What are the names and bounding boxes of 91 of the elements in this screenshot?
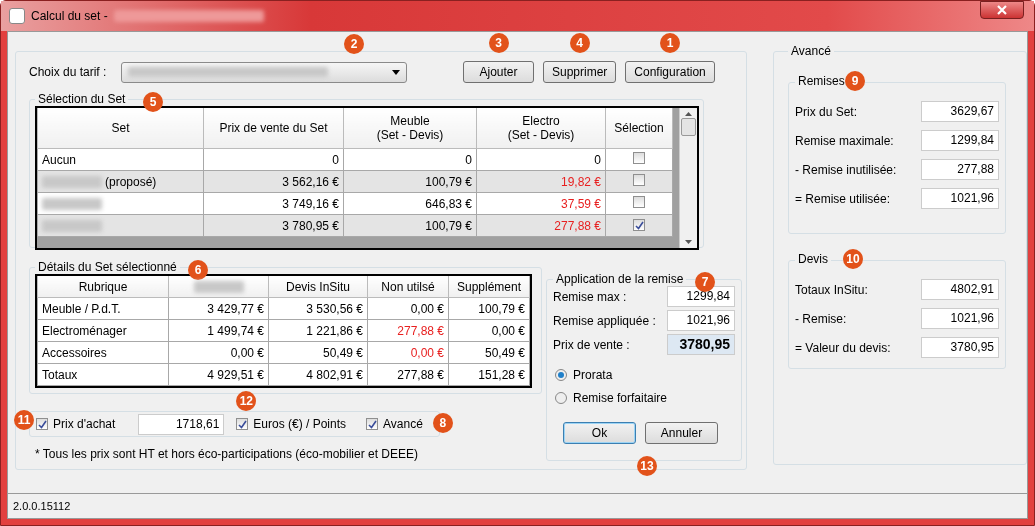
input-field[interactable]: 1021,96 [667,310,735,331]
redacted-text [42,220,102,233]
number-badge: 10 [843,249,863,269]
checkbox[interactable] [633,219,645,231]
column-header: Electro (Set - Devis) [476,108,606,149]
table-cell: Accessoires [37,341,169,364]
field-label: Remise maximale: [795,133,894,148]
number-badge: 8 [432,413,453,433]
footnote: * Tous les prix sont HT et hors éco-participations (éco-mobilier et DEEE) [34,446,420,461]
group-title: Devis [795,252,831,266]
field-label: Prix du Set: [795,104,858,119]
input-field[interactable]: 277,88 [921,159,999,180]
dialog-button[interactable]: Ok [563,422,636,444]
checkbox[interactable] [36,418,48,430]
input-field[interactable]: 1718,61 [138,413,225,435]
table-cell: 3 562,16 € [203,170,344,193]
table-cell: 0 [203,148,344,171]
checkbox-label: Euros (€) / Points [253,417,347,431]
scroll-thumb[interactable] [681,118,696,136]
column-header: Supplément [448,276,530,298]
redacted-text [42,176,102,189]
scroll-down-icon[interactable] [685,240,692,244]
table-cell: 3 780,95 € [203,214,344,237]
column-header: Devis InSitu [268,276,368,298]
checkbox-label: Avancé [383,417,423,431]
radio-button[interactable] [555,369,567,381]
table-cell: Totaux [37,363,169,386]
scroll-up-icon[interactable] [685,112,692,116]
group-title: Remises [795,74,848,88]
group-title: Application de la remise [555,272,685,286]
dialog-button[interactable]: Annuler [645,422,718,444]
checkbox[interactable] [366,418,379,430]
input-field[interactable]: 3780,95 [921,337,999,358]
number-badge: 2 [344,33,364,54]
input-field[interactable]: 1299,84 [667,286,735,307]
table-cell: 3 749,16 € [203,192,344,215]
number-badge: 12 [236,391,257,411]
group-title: Avancé [790,44,832,58]
group-title: Détails du Set sélectionné [37,260,178,274]
table-cell: Electroménager [37,319,169,342]
number-badge: 3 [488,33,509,53]
group-title: Sélection du Set [37,92,127,106]
column-header: Non utilsé [367,276,449,298]
redacted-text [42,198,102,211]
radio-button[interactable] [555,392,567,404]
checkbox[interactable] [236,418,249,430]
number-badge: 5 [143,92,163,112]
field-label: = Valeur du devis: [795,340,891,355]
table-cell: (proposé) [37,170,204,193]
column-header: Sélection [605,108,673,149]
table-cell: Meuble / P.d.T. [37,297,169,320]
input-field[interactable]: 4802,91 [921,279,999,300]
version-text: 2.0.0.15112 [13,500,71,512]
radio-label: Remise forfaitaire [573,391,668,405]
scrollbar[interactable] [679,108,697,248]
input-field[interactable]: 3629,67 [921,101,999,122]
field-label: Remise appliquée : [553,313,656,328]
window-title: Calcul du set - [31,9,108,23]
input-field[interactable]: 1299,84 [921,130,999,151]
field-label: Prix de vente : [553,337,630,352]
field-label: Totaux InSitu: [795,282,868,297]
number-badge: 13 [637,456,657,476]
field-label: = Remise utilisée: [795,191,891,206]
field-label: - Remise: [795,311,847,326]
field-label: Remise max : [553,289,627,304]
column-header: Set [37,108,204,149]
checkbox[interactable] [633,196,645,208]
checkbox-label: Prix d'achat [53,417,116,431]
input-field[interactable]: 1021,96 [921,188,999,209]
app-icon [9,8,25,24]
number-badge: 9 [845,71,865,91]
column-header: Meuble (Set - Devis) [343,108,477,149]
number-badge: 6 [188,260,208,280]
redacted-text [193,281,244,294]
checkbox[interactable] [633,152,645,164]
output-field: 3780,95 [667,334,735,355]
column-header: Prix de vente du Set [203,108,344,149]
caret-icon [392,69,400,75]
input-field[interactable]: 1021,96 [921,308,999,329]
checkbox[interactable] [633,174,645,186]
close-button[interactable] [980,1,1024,19]
close-icon [996,5,1008,15]
field-label: - Remise inutilisée: [795,162,897,177]
column-header: Rubrique [37,276,169,298]
number-badge: 7 [695,272,715,292]
radio-label: Prorata [573,368,613,382]
number-badge: 1 [660,33,681,53]
number-badge: 4 [569,33,590,53]
field-label: Choix du tarif : [29,65,108,79]
number-badge: 11 [14,409,34,430]
table-cell: Aucun [37,148,204,171]
